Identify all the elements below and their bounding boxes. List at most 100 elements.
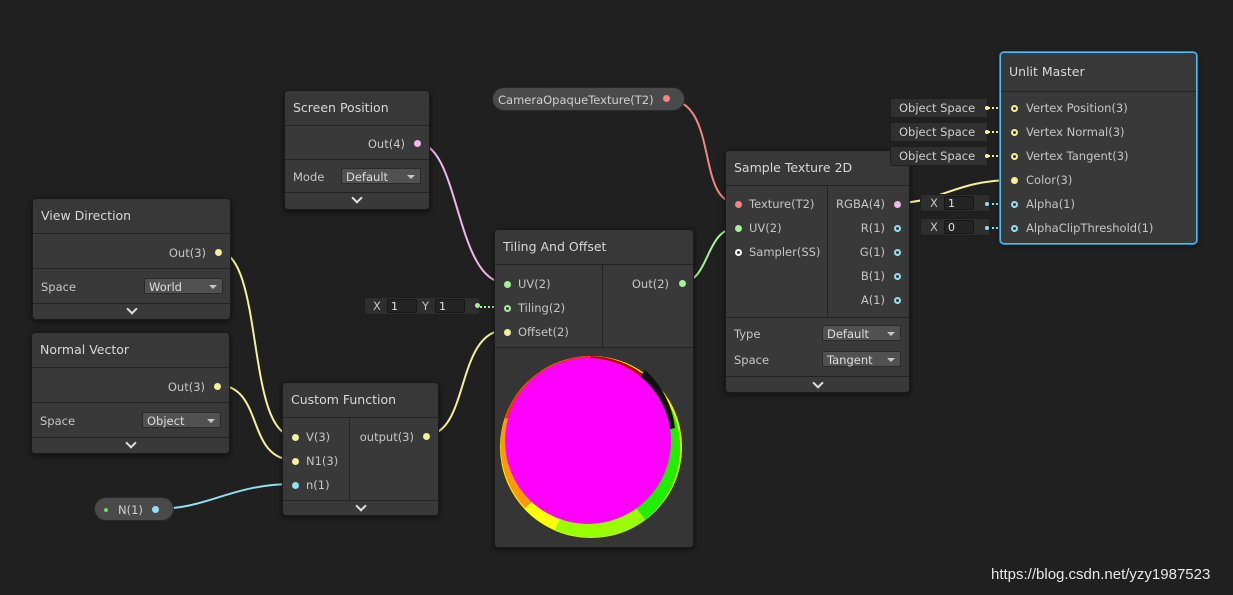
output-port-row[interactable]: output(3) [360, 428, 414, 446]
n1-port[interactable] [292, 458, 299, 465]
view-direction-node[interactable]: View Direction Out(3) Space World [32, 198, 231, 320]
output-port-row[interactable]: B(1) [861, 267, 885, 285]
color-port[interactable] [1011, 177, 1018, 184]
space-dropdown[interactable]: World [144, 278, 223, 294]
input-port-row[interactable]: UV(2) [749, 219, 782, 237]
property-label: CameraOpaqueTexture(T2) [498, 93, 654, 107]
input-port-row[interactable]: Vertex Tangent(3) [1026, 147, 1129, 165]
tiling-y-label: Y [422, 299, 430, 313]
input-port-row[interactable]: Offset(2) [518, 323, 569, 341]
vertex-tangent-port[interactable] [1011, 153, 1018, 160]
out-port[interactable] [679, 280, 686, 287]
offset-port[interactable] [504, 329, 511, 336]
output-port-row[interactable]: Out(2) [632, 275, 669, 293]
tiling-x-input[interactable]: 1 [387, 299, 417, 313]
out-port[interactable] [215, 249, 222, 256]
normal-vector-node[interactable]: Normal Vector Out(3) Space Object [31, 332, 230, 454]
node-title: Sample Texture 2D [726, 151, 909, 186]
preview-sphere-image [500, 356, 682, 538]
field-port [985, 130, 989, 134]
g-port[interactable] [894, 249, 901, 256]
n-port[interactable] [292, 482, 299, 489]
property-dot [104, 508, 108, 512]
space-label: Space [734, 353, 770, 367]
chevron-down-icon [811, 377, 824, 389]
expand-button[interactable] [33, 303, 230, 319]
unlit-master-node[interactable]: Unlit Master Vertex Position(3) Vertex N… [1000, 52, 1197, 244]
output-port-row[interactable]: Out(4) [368, 135, 405, 153]
a-port[interactable] [894, 297, 901, 304]
node-title: Screen Position [285, 91, 429, 126]
b-port[interactable] [894, 273, 901, 280]
output-port-row[interactable]: RGBA(4) [836, 195, 885, 213]
sampler-port[interactable] [735, 249, 742, 256]
input-port-row[interactable]: V(3) [306, 428, 330, 446]
space-dropdown[interactable]: Tangent [822, 351, 901, 367]
tiling-y-input[interactable]: 1 [435, 299, 465, 313]
input-port-row[interactable]: n(1) [306, 476, 330, 494]
out-port[interactable] [663, 95, 670, 102]
out-port[interactable] [214, 383, 221, 390]
chevron-down-icon [125, 303, 138, 315]
chevron-down-icon [354, 500, 367, 512]
alpha-port[interactable] [1011, 201, 1018, 208]
field-port [985, 106, 989, 110]
out-port[interactable] [152, 506, 159, 513]
type-dropdown[interactable]: Default [822, 325, 901, 341]
input-port-row[interactable]: AlphaClipThreshold(1) [1026, 219, 1153, 237]
input-port-row[interactable]: Vertex Normal(3) [1026, 123, 1125, 141]
custom-function-node[interactable]: Custom Function V(3) N1(3) n(1) output(3… [282, 382, 439, 516]
uv-port[interactable] [504, 281, 511, 288]
sample-texture-2d-node[interactable]: Sample Texture 2D Texture(T2) UV(2) Samp… [725, 150, 910, 393]
vertex-normal-port[interactable] [1011, 129, 1018, 136]
tiling-value-field[interactable]: X 1 Y 1 [364, 297, 480, 315]
chevron-down-icon [124, 437, 137, 449]
tiling-and-offset-node[interactable]: Tiling And Offset UV(2) Tiling(2) Offset… [494, 229, 694, 548]
expand-button[interactable] [283, 500, 438, 516]
input-port-row[interactable]: UV(2) [518, 275, 551, 293]
rgba-port[interactable] [894, 201, 901, 208]
uv-port[interactable] [735, 225, 742, 232]
vertex-position-space-field[interactable]: Object Space [890, 98, 989, 118]
chevron-down-icon [887, 358, 895, 362]
alpha-clip-threshold-port[interactable] [1011, 225, 1018, 232]
x-label: X [930, 220, 938, 234]
input-port-row[interactable]: Alpha(1) [1026, 195, 1075, 213]
out-port[interactable] [423, 433, 430, 440]
clip-threshold-value-field[interactable]: X 0 [920, 218, 990, 236]
clip-threshold-input[interactable]: 0 [944, 220, 974, 234]
vertex-normal-space-field[interactable]: Object Space [890, 122, 989, 142]
input-port-row[interactable]: Texture(T2) [749, 195, 814, 213]
output-port-row[interactable]: G(1) [860, 243, 885, 261]
tiling-x-label: X [373, 299, 381, 313]
v-port[interactable] [292, 434, 299, 441]
texture-port[interactable] [735, 201, 742, 208]
expand-button[interactable] [726, 377, 909, 393]
input-port-row[interactable]: Color(3) [1026, 171, 1072, 189]
output-port-row[interactable]: Out(3) [169, 244, 206, 262]
camera-opaque-texture-property[interactable]: CameraOpaqueTexture(T2) [492, 87, 685, 111]
mode-value: Default [346, 170, 389, 184]
screen-position-node[interactable]: Screen Position Out(4) Mode Default [284, 90, 430, 210]
vertex-position-port[interactable] [1011, 105, 1018, 112]
input-port-row[interactable]: Tiling(2) [518, 299, 565, 317]
vertex-tangent-space-field[interactable]: Object Space [890, 146, 989, 166]
expand-button[interactable] [285, 192, 429, 208]
output-port-row[interactable]: R(1) [861, 219, 885, 237]
alpha-input[interactable]: 1 [944, 196, 974, 210]
input-port-row[interactable]: Vertex Position(3) [1026, 99, 1128, 117]
input-port-row[interactable]: Sampler(SS) [749, 243, 820, 261]
space-dropdown[interactable]: Object [142, 412, 221, 428]
tiling-port[interactable] [504, 305, 511, 312]
r-port[interactable] [894, 225, 901, 232]
expand-button[interactable] [32, 437, 229, 453]
n-property[interactable]: N(1) [94, 497, 174, 521]
input-port-row[interactable]: N1(3) [306, 452, 338, 470]
port-label: AlphaClipThreshold(1) [1026, 221, 1154, 235]
output-port-row[interactable]: A(1) [861, 291, 885, 309]
out-port[interactable] [414, 140, 421, 147]
mode-dropdown[interactable]: Default [341, 168, 421, 184]
port-label: Sampler(SS) [749, 245, 821, 259]
alpha-value-field[interactable]: X 1 [920, 194, 990, 212]
output-port-row[interactable]: Out(3) [168, 378, 205, 396]
